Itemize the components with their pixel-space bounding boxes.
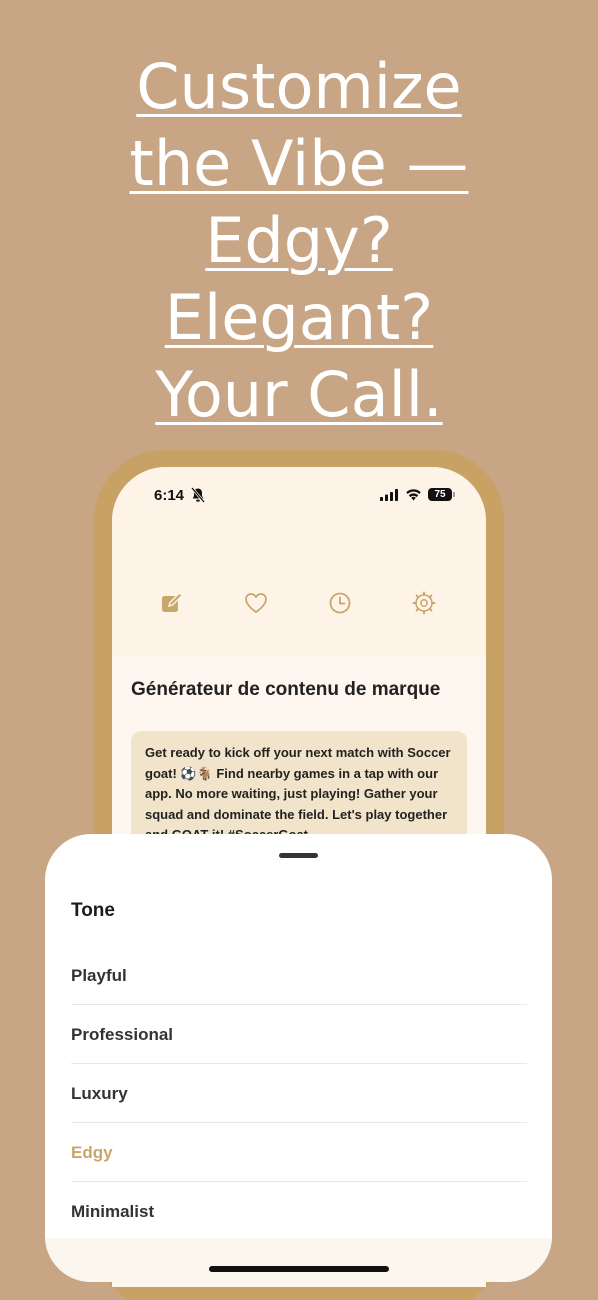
tone-option-professional[interactable]: Professional	[71, 1005, 527, 1064]
wifi-icon	[406, 489, 421, 501]
signal-icon	[380, 489, 398, 501]
headline-line-4: Elegant?	[164, 281, 434, 354]
bell-slash-icon	[191, 487, 205, 503]
tab-favorites[interactable]	[243, 590, 269, 616]
tone-bottom-sheet: Tone Playful Professional Luxury Edgy Mi…	[45, 834, 552, 1282]
tone-option-edgy[interactable]: Edgy	[71, 1123, 527, 1182]
status-bar: 6:14 75	[112, 467, 486, 523]
tone-option-minimalist[interactable]: Minimalist	[71, 1182, 527, 1241]
page-title: Générateur de contenu de marque	[131, 679, 441, 700]
battery-tip	[453, 492, 455, 497]
sheet-title: Tone	[71, 900, 115, 921]
home-indicator	[209, 1266, 389, 1272]
battery-icon: 75	[428, 488, 452, 501]
headline-line-2: the Vibe —	[129, 127, 469, 200]
tab-bar	[112, 523, 486, 657]
sheet-grabber[interactable]	[279, 853, 318, 858]
headline-line-3: Edgy?	[205, 204, 393, 277]
headline-line-5: Your Call.	[155, 358, 443, 431]
tone-option-playful[interactable]: Playful	[71, 946, 527, 1005]
heart-icon	[245, 593, 267, 613]
sheet-footer	[45, 1238, 552, 1282]
clock-icon	[329, 592, 351, 614]
compose-icon	[162, 592, 183, 612]
tab-history[interactable]	[327, 590, 353, 616]
tab-compose[interactable]	[159, 590, 185, 616]
gear-icon	[412, 591, 436, 615]
promo-headline: Customize the Vibe — Edgy? Elegant? Your…	[0, 48, 598, 433]
tone-option-luxury[interactable]: Luxury	[71, 1064, 527, 1123]
status-time: 6:14	[154, 487, 185, 504]
tab-settings[interactable]	[411, 590, 437, 616]
headline-line-1: Customize	[136, 50, 462, 123]
